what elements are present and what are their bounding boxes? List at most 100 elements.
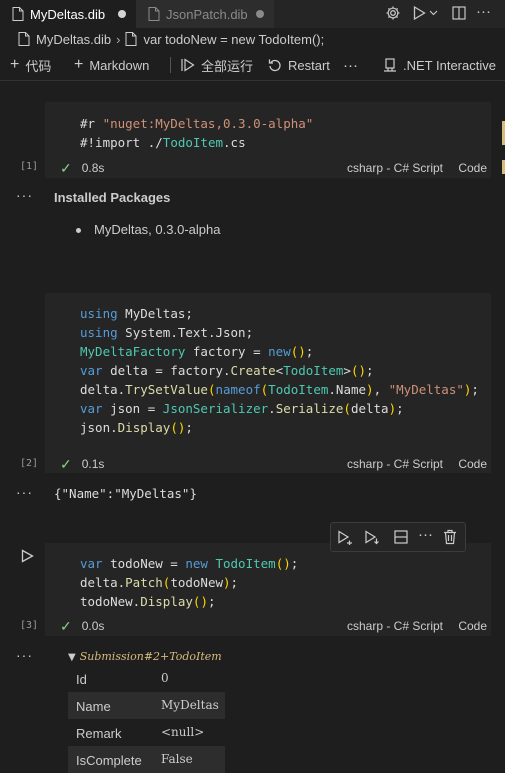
restart-button[interactable]: Restart xyxy=(268,50,330,80)
run-cell-icon[interactable] xyxy=(21,549,34,563)
tab-bar: MyDeltas.dib JsonPatch.dib ··· xyxy=(0,0,505,28)
property-name: Id xyxy=(76,672,87,687)
code-line: using System.Text.Json; xyxy=(80,325,254,340)
execute-below-icon[interactable] xyxy=(364,529,380,545)
execution-count: [3] xyxy=(20,620,39,631)
cell-2-editor[interactable]: using MyDeltas; using System.Text.Json; … xyxy=(80,304,479,437)
toolbar-divider xyxy=(170,57,171,73)
more-icon[interactable]: ··· xyxy=(476,3,491,20)
tab-label: MyDeltas.dib xyxy=(30,6,106,22)
notebook-toolbar: + 代码 + Markdown 全部运行 Restart ··· .NET In… xyxy=(0,50,505,81)
cell-status: ✓ 0.0s xyxy=(60,618,104,634)
code-line: #!import ./TodoItem.cs xyxy=(80,135,246,150)
kernel-label: .NET Interactive xyxy=(403,57,496,73)
code-line: MyDeltaFactory factory = new(); xyxy=(80,344,314,359)
bullet-icon xyxy=(76,228,81,234)
file-icon xyxy=(148,7,160,21)
unsaved-dot-icon[interactable] xyxy=(256,10,264,18)
chevron-down-icon[interactable] xyxy=(429,9,438,17)
output-more-icon[interactable]: ··· xyxy=(16,647,33,663)
file-icon xyxy=(18,32,30,46)
cell-toolbar: ··· xyxy=(330,522,466,552)
gear-icon[interactable] xyxy=(385,5,401,21)
restart-icon xyxy=(268,58,282,72)
execution-time: 0.0s xyxy=(81,619,105,633)
kernel-button[interactable]: .NET Interactive xyxy=(383,50,496,80)
split-cell-icon[interactable] xyxy=(393,529,409,545)
code-line: var delta = factory.Create<TodoItem>(); xyxy=(80,363,374,378)
restart-label: Restart xyxy=(288,57,330,73)
property-value: <null> xyxy=(161,725,205,739)
add-markdown-button[interactable]: + Markdown xyxy=(74,50,149,80)
success-check-icon: ✓ xyxy=(60,617,72,634)
plus-icon: + xyxy=(10,56,20,73)
cell-status: ✓ 0.1s xyxy=(60,456,104,472)
code-line: todoNew.Display(); xyxy=(80,594,216,609)
submission-title: Submission#2+TodoItem xyxy=(79,650,222,663)
package-name: MyDeltas, 0.3.0-alpha xyxy=(94,222,221,237)
installed-packages-title: Installed Packages xyxy=(54,190,171,205)
cell-status: ✓ 0.8s xyxy=(60,160,104,176)
cell-3-editor[interactable]: var todoNew = new TodoItem(); delta.Patc… xyxy=(80,554,298,611)
chevron-right-icon: › xyxy=(116,31,121,47)
cell-language-picker[interactable]: csharp - C# Script xyxy=(347,161,443,175)
property-name: IsComplete xyxy=(76,753,142,768)
add-markdown-label: Markdown xyxy=(89,57,150,73)
submission-details[interactable]: ▼ Submission#2+TodoItem xyxy=(68,650,222,663)
property-name: Remark xyxy=(76,726,122,741)
output-more-icon[interactable]: ··· xyxy=(16,484,33,500)
tab-jsonpatch[interactable]: JsonPatch.dib xyxy=(136,0,274,28)
code-line: delta.TrySetValue(nameof(TodoItem.Name),… xyxy=(80,382,479,397)
add-code-label: 代码 xyxy=(25,58,52,74)
property-name: Name xyxy=(76,699,111,714)
breadcrumb: MyDeltas.dib › var todoNew = new TodoIte… xyxy=(0,28,505,50)
split-editor-icon[interactable] xyxy=(451,5,467,21)
code-line: using MyDeltas; xyxy=(80,306,193,321)
json-output: {"Name":"MyDeltas"} xyxy=(54,486,197,501)
execute-above-icon[interactable] xyxy=(337,529,353,545)
property-value: 0 xyxy=(161,671,169,685)
cell-more-icon[interactable]: ··· xyxy=(418,526,433,543)
add-code-button[interactable]: + 代码 xyxy=(10,50,51,80)
property-value: MyDeltas xyxy=(161,698,219,712)
code-line: var json = JsonSerializer.Serialize(delt… xyxy=(80,401,404,416)
run-all-icon xyxy=(181,58,195,72)
toolbar-more-icon[interactable]: ··· xyxy=(343,50,358,80)
file-icon xyxy=(125,32,137,46)
code-line: #r "nuget:MyDeltas,0.3.0-alpha" xyxy=(80,116,314,131)
file-icon xyxy=(12,7,24,21)
breadcrumb-symbol[interactable]: var todoNew = new TodoItem(); xyxy=(143,32,324,47)
table-row: Remark <null> xyxy=(68,719,225,746)
table-row: Name MyDeltas xyxy=(68,692,225,719)
property-value: False xyxy=(161,752,193,766)
cell-1-editor[interactable]: #r "nuget:MyDeltas,0.3.0-alpha" #!import… xyxy=(80,114,313,152)
code-line: json.Display(); xyxy=(80,420,193,435)
run-all-button[interactable]: 全部运行 xyxy=(181,50,253,80)
cell-type-label[interactable]: Code xyxy=(458,161,487,175)
tab-mydeltas[interactable]: MyDeltas.dib xyxy=(0,0,136,28)
execution-count: [2] xyxy=(20,458,39,469)
run-icon[interactable] xyxy=(411,5,427,21)
cell-language-picker[interactable]: csharp - C# Script xyxy=(347,619,443,633)
delete-icon[interactable] xyxy=(443,529,457,545)
run-all-label: 全部运行 xyxy=(201,58,254,74)
tab-label: JsonPatch.dib xyxy=(166,6,248,22)
cell-type-label[interactable]: Code xyxy=(458,457,487,471)
list-item: MyDeltas, 0.3.0-alpha xyxy=(76,222,220,237)
code-line: delta.Patch(todoNew); xyxy=(80,575,239,590)
table-row: Id 0 xyxy=(68,665,225,692)
execution-time: 0.8s xyxy=(81,161,105,175)
cell-type-label[interactable]: Code xyxy=(458,619,487,633)
unsaved-dot-icon[interactable] xyxy=(118,10,126,18)
success-check-icon: ✓ xyxy=(60,159,72,176)
code-line: var todoNew = new TodoItem(); xyxy=(80,556,299,571)
plus-icon: + xyxy=(74,56,84,73)
table-row: IsComplete False xyxy=(68,746,225,773)
output-more-icon[interactable]: ··· xyxy=(16,187,33,203)
kernel-icon xyxy=(383,58,397,72)
cell-language-picker[interactable]: csharp - C# Script xyxy=(347,457,443,471)
object-table: Id 0 Name MyDeltas Remark <null> IsCompl… xyxy=(68,665,225,773)
execution-time: 0.1s xyxy=(81,457,105,471)
collapse-triangle-icon[interactable]: ▼ xyxy=(68,652,76,663)
breadcrumb-file[interactable]: MyDeltas.dib xyxy=(36,32,111,47)
